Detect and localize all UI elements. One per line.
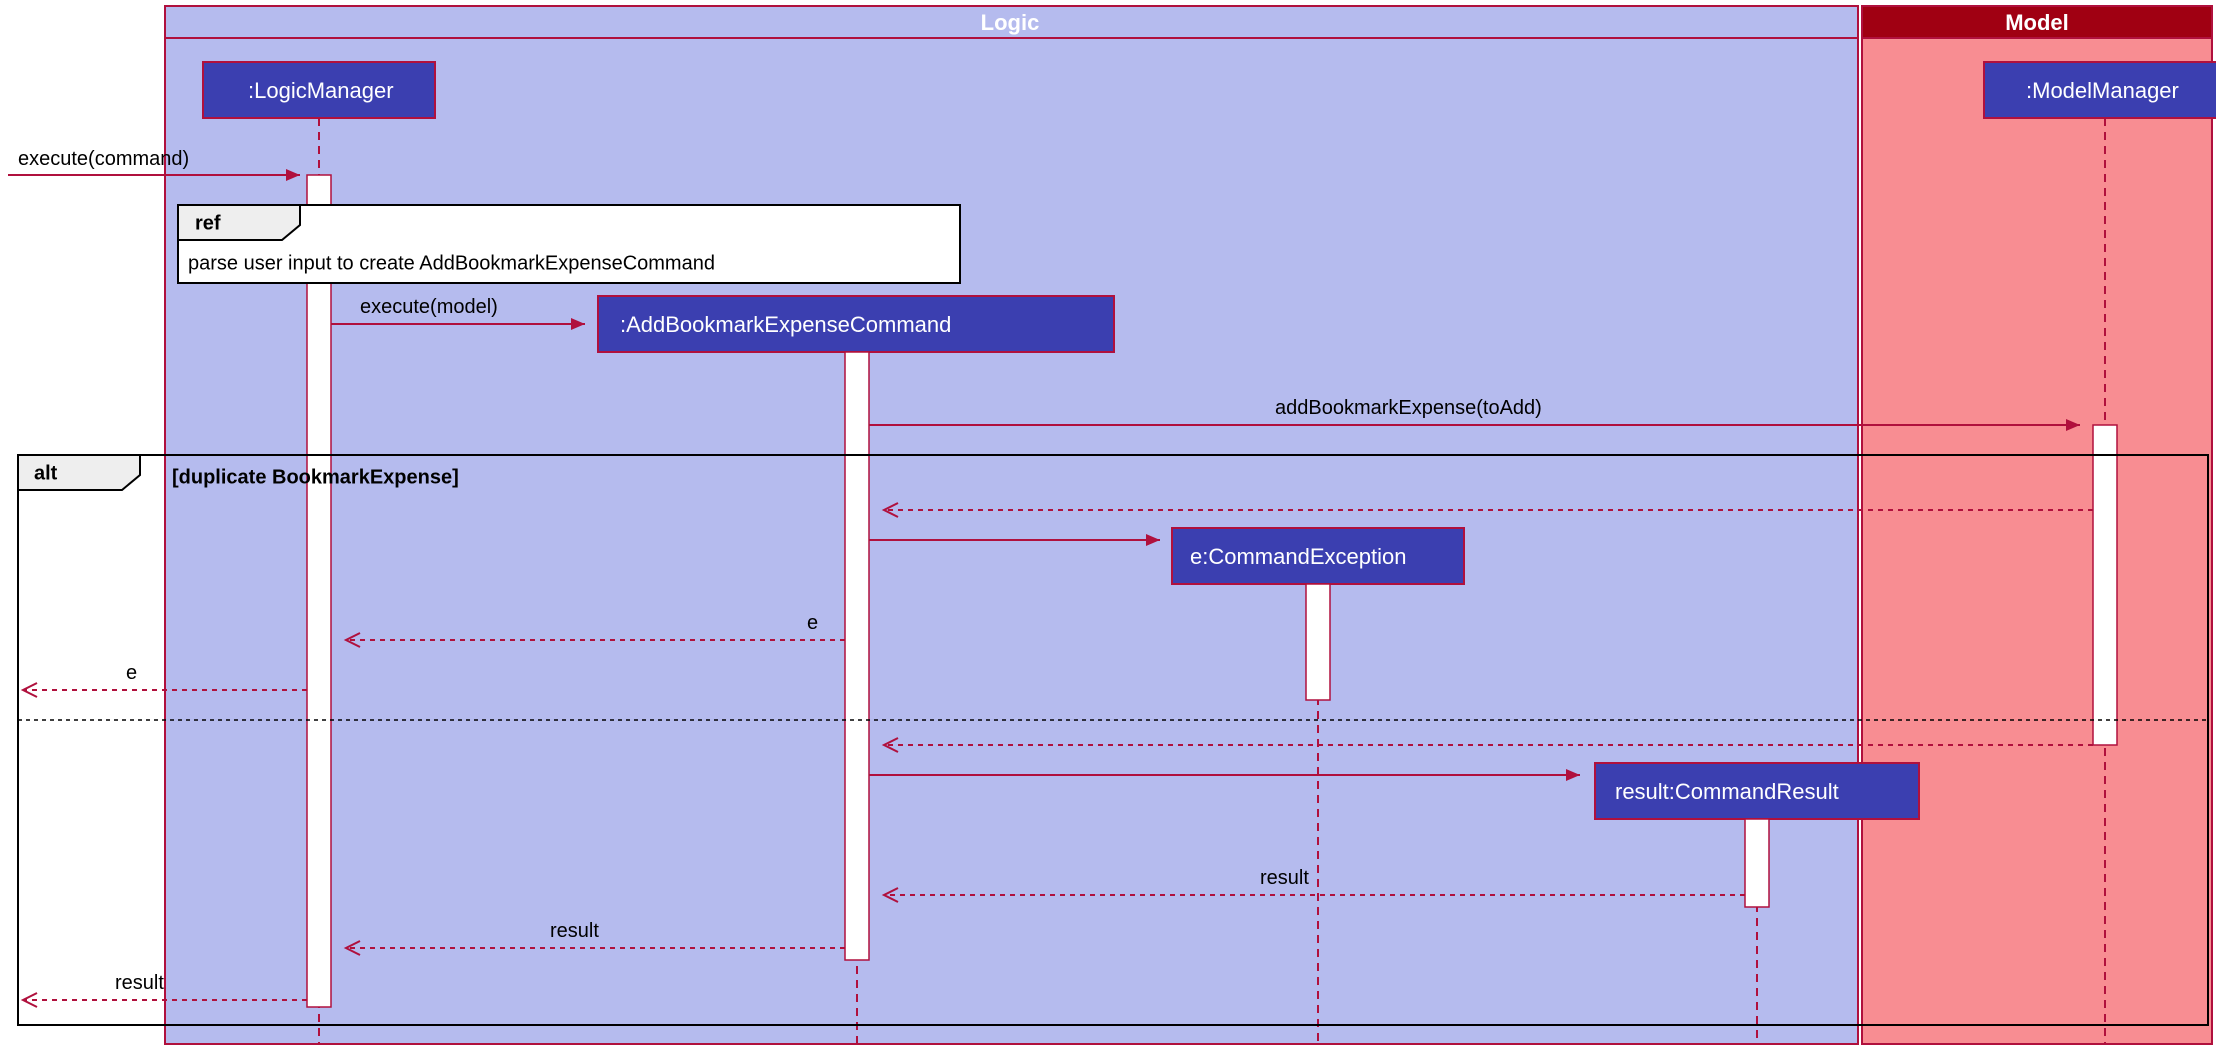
logic-header-label: Logic [981, 10, 1040, 35]
msg-result-3: result [115, 972, 164, 994]
msg-e-2: e [126, 662, 137, 684]
alt-tag-label: alt [34, 462, 58, 484]
msg-e-1: e [807, 612, 818, 634]
logic-group-box [165, 6, 1858, 1044]
model-group-box [1862, 6, 2212, 1044]
alt-guard: [duplicate BookmarkExpense] [172, 466, 459, 488]
participant-commandresult-label: result:CommandResult [1615, 779, 1839, 804]
ref-text: parse user input to create AddBookmarkEx… [188, 252, 715, 274]
msg-addbookmark: addBookmarkExpense(toAdd) [1275, 397, 1542, 419]
participant-addcommand-label: :AddBookmarkExpenseCommand [620, 312, 951, 337]
activation-commandresult [1745, 819, 1769, 907]
participant-logicmanager-label: :LogicManager [248, 78, 394, 103]
activation-commandexception [1306, 584, 1330, 700]
msg-execute-command: execute(command) [18, 148, 189, 170]
ref-tag-label: ref [195, 212, 221, 234]
participant-modelmanager-label: :ModelManager [2026, 78, 2179, 103]
model-header-label: Model [2005, 10, 2069, 35]
participant-commandexception-label: e:CommandException [1190, 544, 1406, 569]
activation-logicmanager [307, 175, 331, 1007]
activation-addcommand [845, 352, 869, 960]
msg-execute-model: execute(model) [360, 296, 498, 318]
msg-result-1: result [1260, 867, 1309, 889]
sequence-diagram: Logic Model :LogicManager :ModelManager … [0, 0, 2216, 1049]
msg-result-2: result [550, 920, 599, 942]
activation-modelmanager [2093, 425, 2117, 745]
